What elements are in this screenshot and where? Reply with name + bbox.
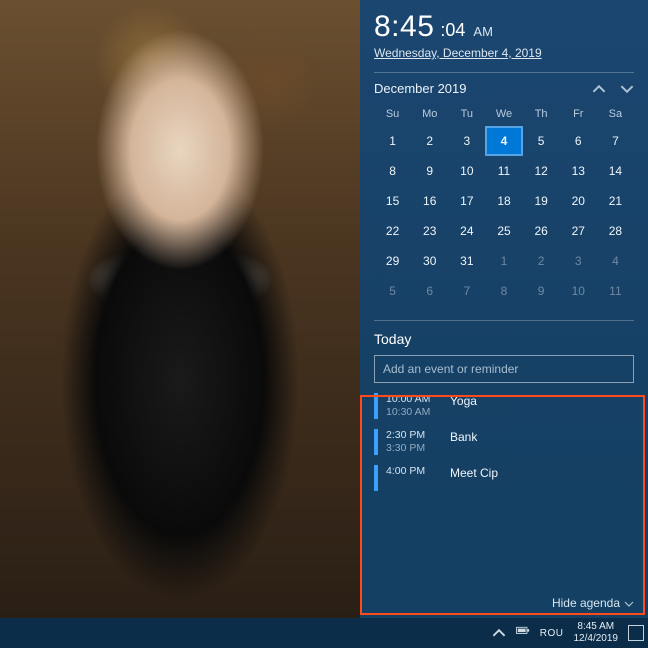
calendar-day[interactable]: 6 [560,126,597,156]
calendar-day[interactable]: 4 [597,246,634,276]
calendar-day[interactable]: 15 [374,186,411,216]
language-indicator[interactable]: ROU [540,628,564,639]
calendar-day-header: Su [374,104,411,126]
calendar-day[interactable]: 24 [448,216,485,246]
tray-overflow-chevron-icon[interactable] [492,626,506,640]
calendar-day[interactable]: 22 [374,216,411,246]
calendar-day[interactable]: 28 [597,216,634,246]
clock-date-link[interactable]: Wednesday, December 4, 2019 [374,46,634,60]
taskbar[interactable]: ROU 8:45 AM 12/4/2019 [0,618,648,648]
divider [374,72,634,73]
event-times: 2:30 PM3:30 PM [386,429,442,455]
calendar-day[interactable]: 9 [523,276,560,306]
calendar-day[interactable]: 26 [523,216,560,246]
calendar-day[interactable]: 5 [523,126,560,156]
calendar-day-header: We [485,104,522,126]
calendar-day[interactable]: 29 [374,246,411,276]
chevron-down-icon [624,598,634,608]
calendar-day[interactable]: 13 [560,156,597,186]
calendar-day[interactable]: 30 [411,246,448,276]
calendar-month-label[interactable]: December 2019 [374,81,467,96]
calendar-day[interactable]: 20 [560,186,597,216]
hide-agenda-label: Hide agenda [552,596,620,610]
event-end: 3:30 PM [386,442,442,455]
calendar-day[interactable]: 10 [560,276,597,306]
calendar-day[interactable]: 27 [560,216,597,246]
calendar-day[interactable]: 2 [523,246,560,276]
calendar-day[interactable]: 31 [448,246,485,276]
calendar-day[interactable]: 6 [411,276,448,306]
calendar-day-header: Fr [560,104,597,126]
calendar-day[interactable]: 5 [374,276,411,306]
system-tray: ROU 8:45 AM 12/4/2019 [492,621,644,645]
calendar-day[interactable]: 14 [597,156,634,186]
calendar-day[interactable]: 3 [448,126,485,156]
event-color-bar [374,465,378,491]
agenda-event[interactable]: 4:00 PM Meet Cip [374,465,634,491]
chevron-up-icon[interactable] [592,82,606,96]
event-title: Meet Cip [450,465,634,480]
calendar-day-today[interactable]: 4 [485,126,522,156]
calendar-day[interactable]: 10 [448,156,485,186]
clock: 8:45 :04 AM [374,10,634,44]
agenda-event[interactable]: 10:00 AM10:30 AM Yoga [374,393,634,419]
calendar-day-header: Tu [448,104,485,126]
calendar-day[interactable]: 8 [485,276,522,306]
calendar-day-header: Th [523,104,560,126]
calendar-day[interactable]: 2 [411,126,448,156]
clock-hhmm: 8:45 [374,10,434,44]
calendar-day[interactable]: 11 [485,156,522,186]
calendar-day-header: Sa [597,104,634,126]
calendar-day[interactable]: 18 [485,186,522,216]
battery-icon[interactable] [516,626,530,640]
calendar-grid: SuMoTuWeThFrSa 1234567891011121314151617… [374,104,634,306]
taskbar-date: 12/4/2019 [574,633,619,645]
clock-seconds: :04 [440,20,465,41]
chevron-down-icon[interactable] [620,82,634,96]
hide-agenda-button[interactable]: Hide agenda [552,596,634,610]
calendar-day[interactable]: 7 [597,126,634,156]
calendar-day[interactable]: 19 [523,186,560,216]
event-start: 10:00 AM [386,393,442,406]
event-start: 2:30 PM [386,429,442,442]
event-color-bar [374,393,378,419]
calendar-day[interactable]: 9 [411,156,448,186]
clock-calendar-flyout: 8:45 :04 AM Wednesday, December 4, 2019 D… [360,0,648,618]
agenda-panel: Today 10:00 AM10:30 AM Yoga 2:30 PM3:30 PM… [374,320,634,491]
calendar-day-header: Mo [411,104,448,126]
event-end: 10:30 AM [386,406,442,419]
calendar-day[interactable]: 21 [597,186,634,216]
calendar-day[interactable]: 8 [374,156,411,186]
calendar-day[interactable]: 12 [523,156,560,186]
calendar-day[interactable]: 1 [485,246,522,276]
event-title: Yoga [450,393,634,408]
calendar-day[interactable]: 11 [597,276,634,306]
taskbar-time: 8:45 AM [574,621,619,633]
event-times: 4:00 PM [386,465,442,478]
desktop-wallpaper [0,0,360,618]
event-color-bar [374,429,378,455]
agenda-heading: Today [374,331,634,347]
calendar-day[interactable]: 16 [411,186,448,216]
action-center-icon[interactable] [628,625,644,641]
clock-ampm: AM [473,24,493,39]
event-times: 10:00 AM10:30 AM [386,393,442,419]
calendar-day[interactable]: 23 [411,216,448,246]
calendar-day[interactable]: 17 [448,186,485,216]
event-start: 4:00 PM [386,465,442,478]
event-title: Bank [450,429,634,444]
calendar-day[interactable]: 7 [448,276,485,306]
calendar-day[interactable]: 25 [485,216,522,246]
taskbar-clock[interactable]: 8:45 AM 12/4/2019 [574,621,619,645]
calendar-day[interactable]: 1 [374,126,411,156]
add-event-input[interactable] [374,355,634,383]
agenda-event[interactable]: 2:30 PM3:30 PM Bank [374,429,634,455]
calendar-day[interactable]: 3 [560,246,597,276]
